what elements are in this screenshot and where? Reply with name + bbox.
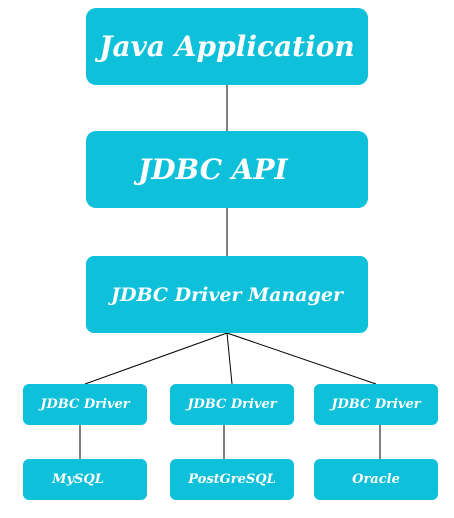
oracle-node: Oracle — [314, 459, 438, 500]
jdbc-driver-manager-label: JDBC Driver Manager — [111, 283, 343, 306]
jdbc-driver-label-1: JDBC Driver — [40, 397, 130, 412]
connector-driver-manager-to-driver-2 — [226, 332, 233, 385]
postgresql-label: PostGreSQL — [188, 472, 276, 487]
jdbc-driver-node-3: JDBC Driver — [314, 384, 438, 425]
postgresql-node: PostGreSQL — [170, 459, 294, 500]
jdbc-api-node: JDBC API — [86, 131, 368, 208]
java-application-node: Java Application — [86, 8, 368, 85]
mysql-node: MySQL — [23, 459, 147, 500]
jdbc-driver-node-1: JDBC Driver — [23, 384, 147, 425]
java-application-label: Java Application — [99, 30, 355, 63]
connector-driver-manager-to-driver-3 — [226, 332, 377, 385]
jdbc-architecture-diagram: Java Application JDBC API JDBC Driver Ma… — [0, 0, 454, 518]
jdbc-driver-node-2: JDBC Driver — [170, 384, 294, 425]
oracle-label: Oracle — [352, 472, 400, 487]
mysql-label: MySQL — [52, 472, 104, 487]
jdbc-api-label: JDBC API — [138, 153, 288, 186]
jdbc-driver-manager-node: JDBC Driver Manager — [86, 256, 368, 333]
jdbc-driver-label-2: JDBC Driver — [187, 397, 277, 412]
connector-driver-manager-to-driver-1 — [84, 332, 228, 385]
jdbc-driver-label-3: JDBC Driver — [331, 397, 421, 412]
